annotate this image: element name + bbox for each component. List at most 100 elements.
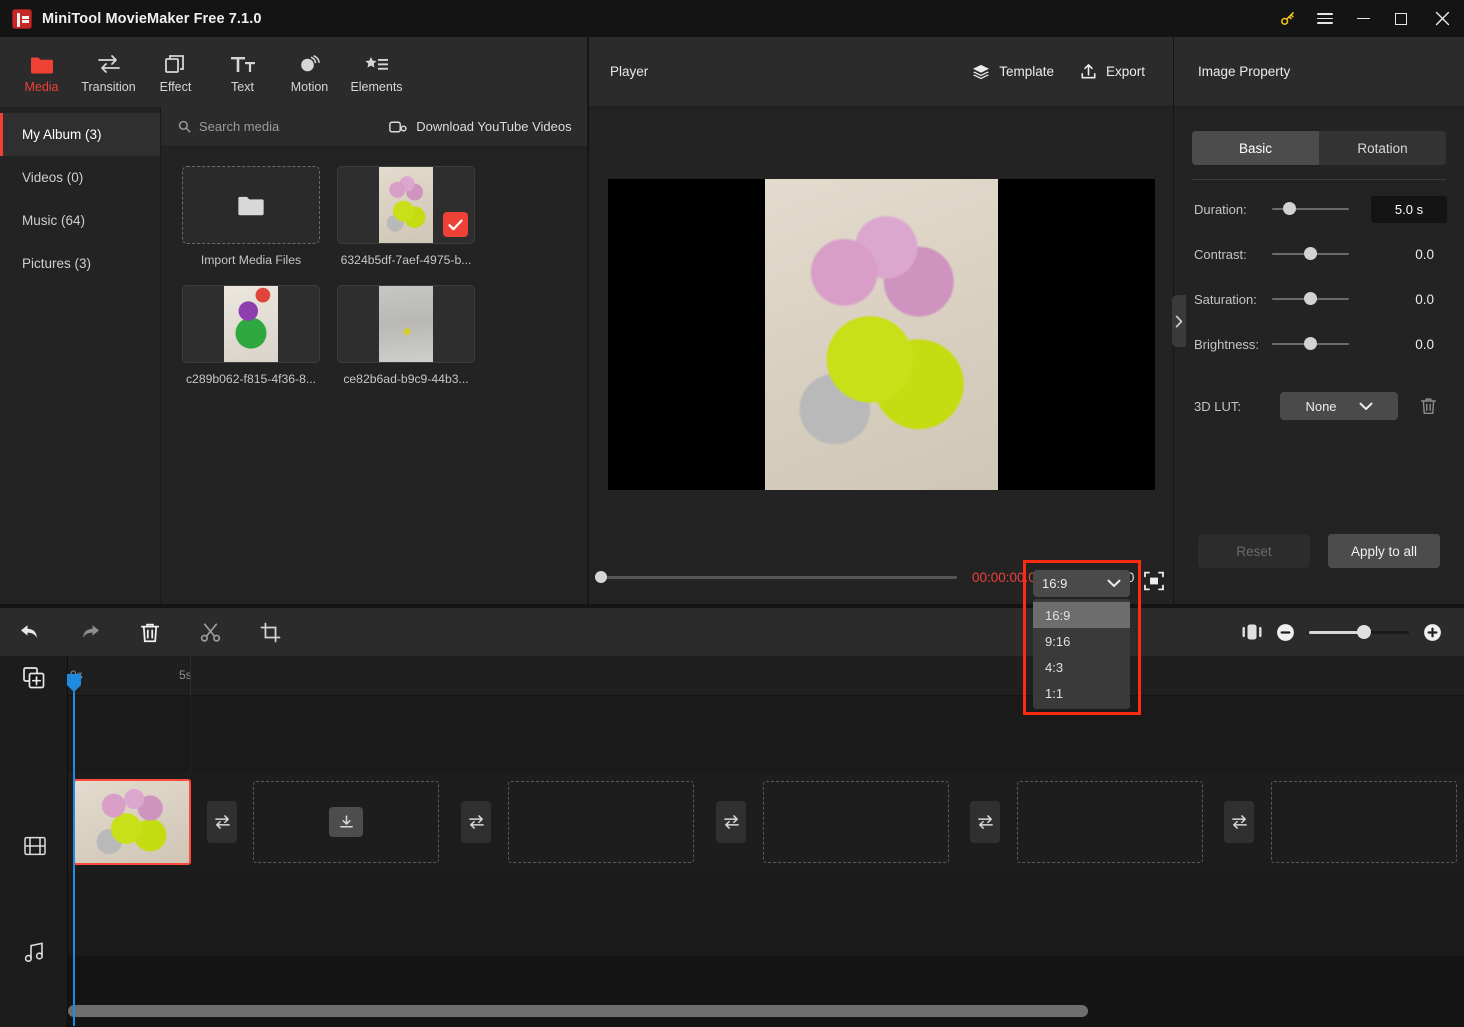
timeline-placeholder[interactable]: [508, 781, 694, 863]
add-track-icon[interactable]: [23, 667, 45, 689]
zoom-in-icon[interactable]: [1423, 623, 1442, 642]
transition-slot-icon[interactable]: [461, 801, 491, 843]
aspect-option-1-1[interactable]: 1:1: [1033, 680, 1130, 706]
zoom-fill: [1309, 630, 1364, 634]
text-icon: [230, 51, 256, 75]
search-input[interactable]: Search media: [178, 119, 279, 134]
sidebar-item-music[interactable]: Music (64): [0, 199, 160, 242]
youtube-label: Download YouTube Videos: [416, 119, 572, 134]
fullscreen-icon[interactable]: [1143, 570, 1165, 592]
folder-icon: [237, 194, 265, 217]
delete-lut-icon[interactable]: [1420, 397, 1437, 415]
media-item[interactable]: 6324b5df-7aef-4975-b...: [337, 166, 475, 267]
ribbon-item-text[interactable]: Text: [209, 41, 276, 103]
ribbon-item-effect[interactable]: Effect: [142, 41, 209, 103]
timeline-track-video[interactable]: [68, 772, 1464, 872]
tab-rotation[interactable]: Rotation: [1319, 131, 1446, 165]
transition-slot-icon[interactable]: [716, 801, 746, 843]
timeline-track-overlay[interactable]: [68, 696, 1464, 772]
close-icon[interactable]: [1420, 0, 1464, 37]
timeline-ruler[interactable]: 0s 5s: [68, 656, 1464, 696]
tab-basic[interactable]: Basic: [1192, 131, 1319, 165]
duration-knob[interactable]: [1283, 202, 1296, 216]
audio-track-icon: [24, 942, 45, 963]
ribbon-item-media[interactable]: Media: [8, 41, 75, 103]
timeline-placeholder[interactable]: [253, 781, 439, 863]
template-button[interactable]: Template: [972, 64, 1054, 80]
ribbon-label: Effect: [159, 79, 192, 94]
lut-select[interactable]: None: [1280, 392, 1398, 420]
duration-field[interactable]: 5.0 s: [1371, 195, 1447, 223]
preview-canvas[interactable]: [607, 179, 1155, 490]
duration-label: Duration:: [1194, 201, 1247, 217]
delete-icon[interactable]: [120, 608, 180, 656]
timeline-placeholder[interactable]: [1271, 781, 1457, 863]
aspect-ratio-select[interactable]: 16:9: [1033, 570, 1130, 597]
zoom-knob[interactable]: [1357, 625, 1371, 639]
timeline-horizontal-scrollbar[interactable]: [68, 1005, 1088, 1017]
maximize-icon[interactable]: [1382, 0, 1420, 37]
playhead[interactable]: [73, 678, 75, 1026]
ribbon-item-elements[interactable]: Elements: [343, 41, 410, 103]
timeline-track-audio[interactable]: [68, 872, 1464, 956]
seek-slider[interactable]: [595, 571, 957, 583]
aspect-option-9-16[interactable]: 9:16: [1033, 628, 1130, 654]
zoom-out-icon[interactable]: [1276, 623, 1295, 642]
selected-check-icon[interactable]: [443, 212, 468, 237]
timeline-track-extra[interactable]: [68, 956, 1464, 998]
contrast-row: Contrast: 0.0: [1174, 238, 1464, 270]
hamburger-icon[interactable]: [1306, 0, 1344, 37]
saturation-knob[interactable]: [1304, 292, 1317, 306]
image-property-panel: Image Property Basic Rotation Duration: …: [1174, 37, 1464, 604]
timeline-placeholder[interactable]: [1017, 781, 1203, 863]
minimize-icon[interactable]: [1344, 0, 1382, 37]
thumbnail-photo: [379, 286, 433, 362]
sidebar-item-pictures[interactable]: Pictures (3): [0, 242, 160, 285]
transition-slot-icon[interactable]: [207, 801, 237, 843]
media-thumbnail[interactable]: [182, 285, 320, 363]
duration-slider[interactable]: [1272, 202, 1349, 216]
brightness-knob[interactable]: [1304, 337, 1317, 351]
nav-label: My Album (3): [22, 127, 102, 142]
fit-timeline-icon[interactable]: [1242, 623, 1262, 641]
app-logo-icon: [12, 8, 32, 29]
aspect-option-16-9[interactable]: 16:9: [1033, 602, 1130, 628]
aspect-option-4-3[interactable]: 4:3: [1033, 654, 1130, 680]
media-item[interactable]: ce82b6ad-b9c9-44b3...: [337, 285, 475, 386]
timeline-clip[interactable]: [73, 779, 191, 865]
media-item[interactable]: c289b062-f815-4f36-8...: [182, 285, 320, 386]
player-header: Player Template Export: [589, 37, 1173, 107]
player-title: Player: [610, 64, 649, 79]
contrast-knob[interactable]: [1304, 247, 1317, 261]
media-thumbnail[interactable]: [337, 166, 475, 244]
reset-button[interactable]: Reset: [1198, 534, 1310, 568]
key-icon[interactable]: [1268, 0, 1306, 37]
window-controls: [1268, 0, 1464, 37]
collapse-panel-icon[interactable]: [1172, 295, 1186, 347]
import-media-cell[interactable]: Import Media Files: [182, 166, 320, 267]
property-header: Image Property: [1174, 37, 1464, 107]
crop-icon[interactable]: [240, 608, 300, 656]
download-youtube-button[interactable]: Download YouTube Videos: [389, 119, 572, 134]
split-icon[interactable]: [180, 608, 240, 656]
apply-to-all-button[interactable]: Apply to all: [1328, 534, 1440, 568]
sidebar-item-videos[interactable]: Videos (0): [0, 156, 160, 199]
transition-slot-icon[interactable]: [970, 801, 1000, 843]
redo-icon[interactable]: [60, 608, 120, 656]
ribbon-item-transition[interactable]: Transition: [75, 41, 142, 103]
undo-icon[interactable]: [0, 608, 60, 656]
sidebar-item-my-album[interactable]: My Album (3): [0, 113, 160, 156]
export-button[interactable]: Export: [1080, 63, 1145, 80]
timeline-placeholder[interactable]: [763, 781, 949, 863]
aspect-ratio-highlight: 16:9 16:9 9:16 4:3 1:1: [1023, 560, 1141, 715]
export-icon: [1080, 63, 1097, 80]
seek-knob[interactable]: [595, 571, 607, 583]
media-thumbnail[interactable]: [337, 285, 475, 363]
brightness-slider[interactable]: [1272, 337, 1349, 351]
ribbon-item-motion[interactable]: Motion: [276, 41, 343, 103]
import-dropzone[interactable]: [182, 166, 320, 244]
contrast-slider[interactable]: [1272, 247, 1349, 261]
timeline-zoom-slider[interactable]: [1309, 625, 1409, 639]
saturation-slider[interactable]: [1272, 292, 1349, 306]
transition-slot-icon[interactable]: [1224, 801, 1254, 843]
